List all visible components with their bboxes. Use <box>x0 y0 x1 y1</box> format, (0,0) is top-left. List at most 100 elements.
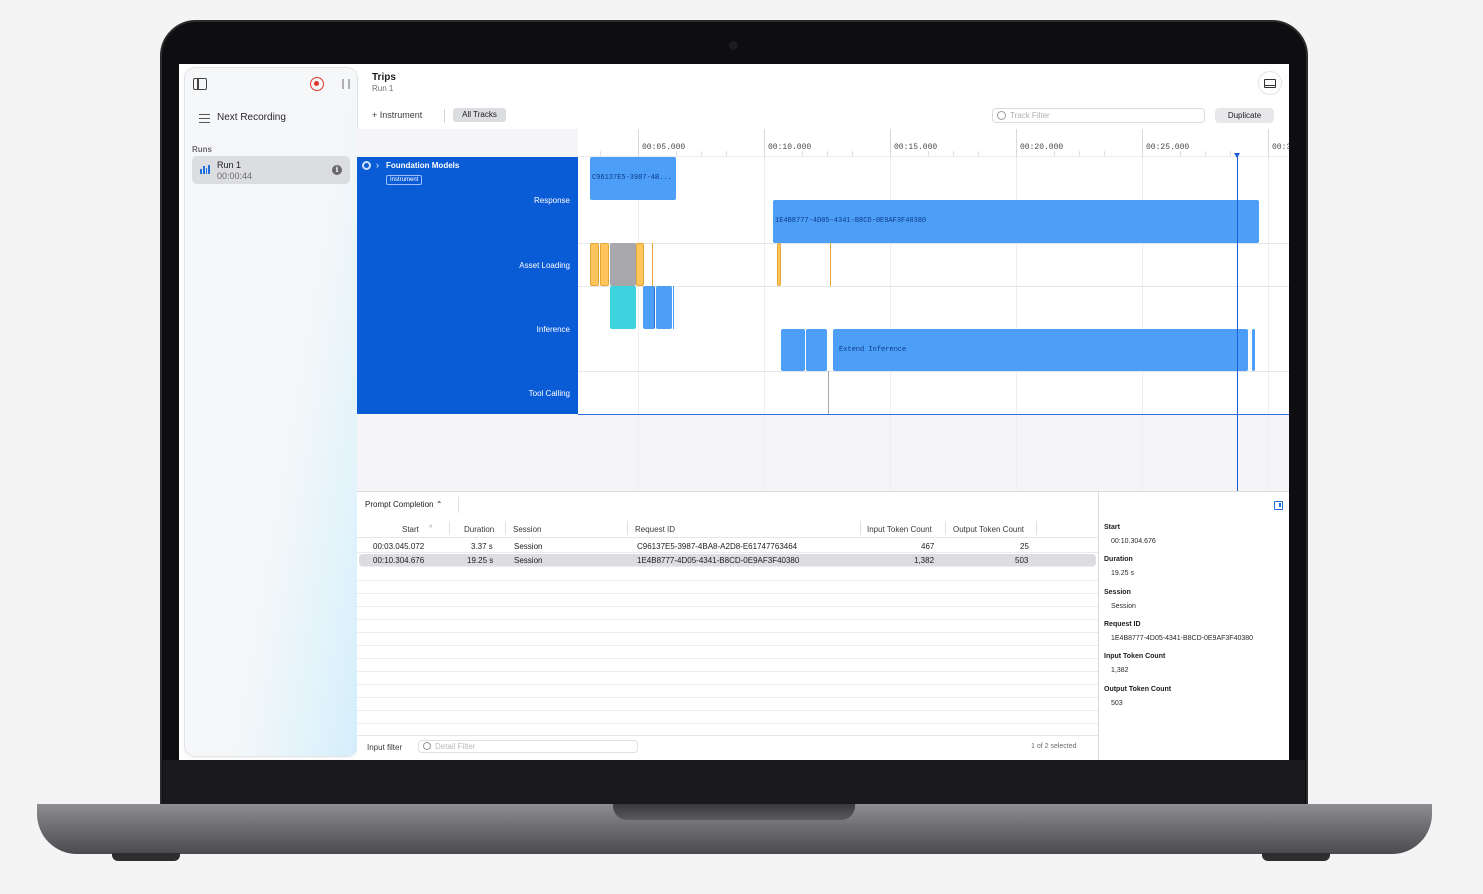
cell-start: 00:10.304.676 <box>373 556 425 565</box>
detail-mode-selector[interactable]: Prompt Completion ⌃ <box>365 500 442 509</box>
runs-section-label: Runs <box>192 145 212 154</box>
toolbar-divider <box>444 109 445 123</box>
asset-loading-interval[interactable] <box>636 243 644 286</box>
asset-loading-interval[interactable] <box>777 243 781 286</box>
cell-output-tokens: 503 <box>1015 556 1029 565</box>
inspector-label-session: Session <box>1104 589 1131 596</box>
inference-interval[interactable] <box>656 286 672 329</box>
inspector-value-output-token-count: 503 <box>1111 700 1123 707</box>
cell-session: Session <box>514 542 543 551</box>
asset-loading-interval[interactable] <box>600 243 609 286</box>
ruler-tick: 00:15.000 <box>890 129 937 157</box>
inference-interval[interactable] <box>781 329 805 371</box>
inspector-label-input-token-count: Input Token Count <box>1104 653 1166 660</box>
duplicate-button[interactable]: Duplicate <box>1215 108 1274 123</box>
document-subtitle: Run 1 <box>372 84 394 93</box>
inspector-value-input-token-count: 1,382 <box>1111 667 1129 674</box>
inspector-label-request-id: Request ID <box>1104 621 1141 628</box>
asset-loading-interval[interactable] <box>590 243 599 286</box>
list-icon <box>199 113 210 123</box>
inspector-panel: Start 00:10.304.676 Duration 19.25 s Ses… <box>1098 491 1289 760</box>
gear-icon[interactable] <box>362 161 371 170</box>
sidebar-toggle-icon[interactable] <box>193 78 207 90</box>
info-icon[interactable]: i <box>332 165 342 175</box>
record-button[interactable] <box>310 77 324 91</box>
laptop-foot <box>112 853 180 861</box>
inference-interval[interactable] <box>610 286 636 329</box>
run-item[interactable]: Run 1 00:00:44 i <box>192 156 350 184</box>
sort-ascending-icon: ^ <box>429 525 433 532</box>
all-tracks-button[interactable]: All Tracks <box>453 108 506 122</box>
laptop-foot <box>1262 853 1330 861</box>
track-filter-input[interactable]: Track Filter <box>992 108 1205 123</box>
detail-filter-input[interactable]: Detail Filter <box>418 740 638 753</box>
empty-gutter <box>357 414 578 491</box>
inference-interval[interactable] <box>806 329 827 371</box>
laptop-notch <box>613 804 855 820</box>
chevron-right-icon[interactable]: › <box>376 160 379 170</box>
inference-interval[interactable] <box>1252 329 1255 371</box>
playhead[interactable] <box>1237 154 1238 491</box>
run-name: Run 1 <box>217 160 242 170</box>
track-bottom-border <box>578 414 1289 415</box>
cell-input-tokens: 467 <box>921 542 935 551</box>
inspector-value-request-id: 1E4B8777-4D05-4341-B8CD-0E9AF3F40380 <box>1111 635 1254 642</box>
ruler-tick: 00:3 <box>1268 129 1289 157</box>
response-interval[interactable]: 1E4B8777-4D05-4341-B8CD-0E9AF3F40380 <box>773 200 1259 243</box>
ruler-tick: 00:10.000 <box>764 129 811 157</box>
column-header-start[interactable]: Start <box>402 525 419 534</box>
column-header-request-id[interactable]: Request ID <box>635 525 675 534</box>
bottom-panel-icon <box>1264 79 1276 88</box>
lane-label-inference: Inference <box>536 325 570 334</box>
inspector-value-duration: 19.25 s <box>1111 570 1134 577</box>
pause-button[interactable] <box>342 79 350 89</box>
next-recording-label: Next Recording <box>217 112 286 123</box>
inspector-label-start: Start <box>1104 524 1120 531</box>
selection-count: 1 of 2 selected <box>1031 743 1077 750</box>
toggle-panel-button[interactable] <box>1259 72 1281 94</box>
asset-loading-interval[interactable] <box>610 243 636 286</box>
filter-icon <box>423 742 431 750</box>
cell-input-tokens: 1,382 <box>914 556 935 565</box>
column-header-duration[interactable]: Duration <box>464 525 494 534</box>
instruments-window: Next Recording Runs Run 1 00:00:44 i Tri… <box>179 64 1289 760</box>
empty-track-area <box>578 414 1289 491</box>
instrument-track-header[interactable]: › Foundation Models Instrument Response … <box>357 157 578 414</box>
filter-icon <box>997 111 1006 120</box>
cell-start: 00:03.045.072 <box>373 542 425 551</box>
laptop-chin <box>163 760 1305 804</box>
inference-interval[interactable] <box>643 286 655 329</box>
instrument-name: Foundation Models <box>386 161 460 170</box>
cell-request-id: C96137E5-3987-4BA8-A2D8-E61747763464 <box>637 542 798 551</box>
lane-label-tool-calling: Tool Calling <box>528 389 570 398</box>
cell-duration: 3.37 s <box>471 542 493 551</box>
inference-interval[interactable]: Extend Inference <box>833 329 1248 371</box>
ruler-tick: 00:20.000 <box>1016 129 1063 157</box>
lane-label-asset-loading: Asset Loading <box>519 261 570 270</box>
ruler-tick: 00:05.000 <box>638 129 685 157</box>
response-interval[interactable]: C96137E5-3987-4B... <box>590 157 676 200</box>
playhead-handle[interactable] <box>1234 153 1240 158</box>
time-ruler[interactable]: 00:05.000 00:10.000 00:15.000 00:20.000 … <box>578 129 1289 157</box>
inspector-value-start: 00:10.304.676 <box>1111 538 1156 545</box>
inspector-label-duration: Duration <box>1104 556 1133 563</box>
inspector-toggle-icon[interactable] <box>1274 501 1283 510</box>
table-row[interactable]: 00:03.045.072 3.37 s Session C96137E5-39… <box>357 540 1098 553</box>
ruler-tick: 00:25.000 <box>1142 129 1189 157</box>
ruler-gutter <box>357 129 578 157</box>
next-recording-item[interactable]: Next Recording <box>199 112 286 123</box>
column-header-session[interactable]: Session <box>513 525 541 534</box>
inspector-label-output-token-count: Output Token Count <box>1104 686 1172 693</box>
column-header-input-token-count[interactable]: Input Token Count <box>867 525 932 534</box>
camera <box>729 41 738 50</box>
column-header-output-token-count[interactable]: Output Token Count <box>953 525 1024 534</box>
instrument-badge: Instrument <box>386 175 423 185</box>
add-instrument-button[interactable]: + Instrument <box>372 110 422 120</box>
cell-request-id: 1E4B8777-4D05-4341-B8CD-0E9AF3F40380 <box>637 556 800 565</box>
table-row-selected[interactable]: 00:10.304.676 19.25 s Session 1E4B8777-4… <box>359 554 1096 567</box>
run-duration: 00:00:44 <box>217 171 253 181</box>
inspector-value-session: Session <box>1111 603 1136 610</box>
macbook: Next Recording Runs Run 1 00:00:44 i Tri… <box>0 0 1483 894</box>
detail-filter-placeholder: Detail Filter <box>435 742 476 751</box>
cell-duration: 19.25 s <box>467 556 494 565</box>
